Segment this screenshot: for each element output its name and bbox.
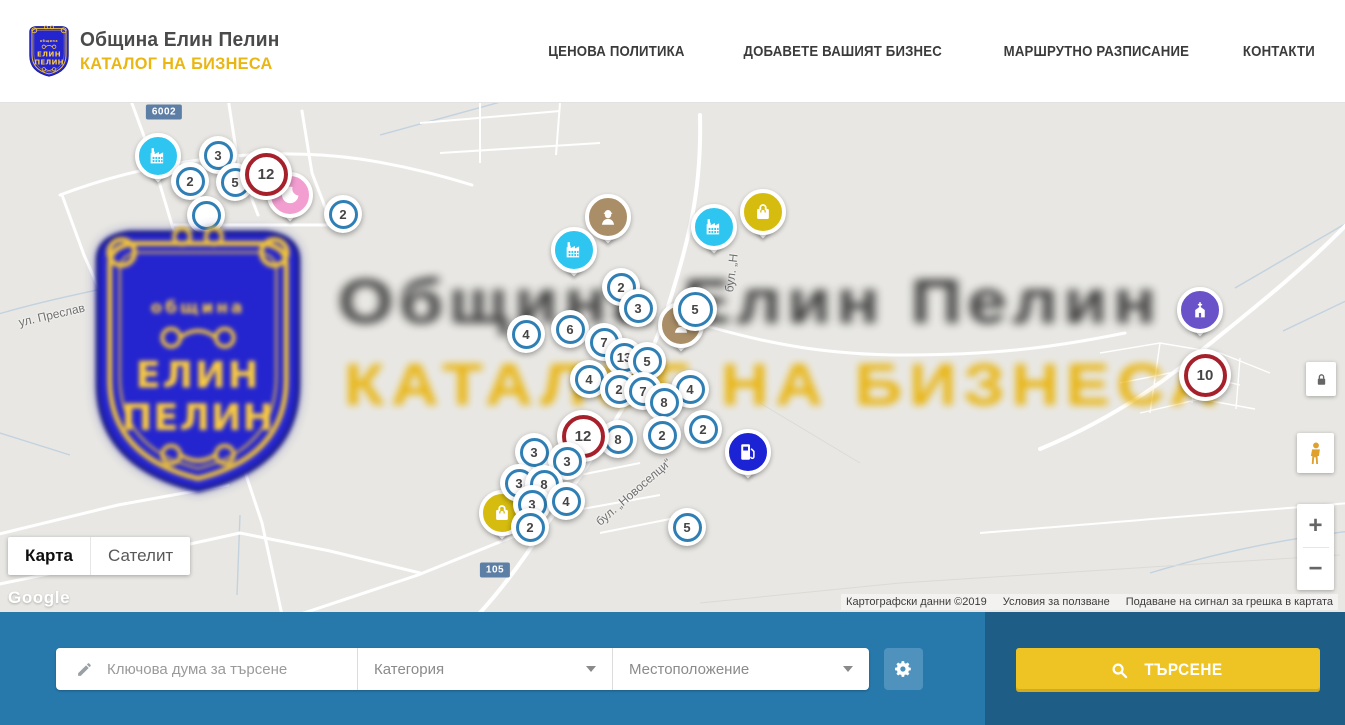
cluster-count: 2 (329, 200, 358, 229)
cluster-count: 3 (624, 294, 653, 323)
cluster-marker[interactable]: 6 (551, 310, 589, 348)
church-icon (1189, 299, 1211, 321)
advanced-search-settings-button[interactable] (884, 648, 923, 690)
pin-fuel-station-marker[interactable] (725, 429, 771, 489)
attribution-copyright: Картографски данни ©2019 (846, 596, 987, 608)
cluster-count: 6 (556, 315, 585, 344)
factory-icon (147, 145, 169, 167)
pin-circle (691, 204, 737, 250)
lock-button[interactable] (1306, 362, 1336, 396)
location-dropdown-label: Местоположение (629, 661, 749, 678)
search-submit-label: ТЪРСЕНЕ (1144, 660, 1222, 680)
road-number-badge: 6002 (146, 105, 182, 120)
bag-icon (752, 201, 774, 223)
pin-shopping-marker[interactable] (740, 189, 786, 249)
pin-church-marker[interactable] (1177, 287, 1223, 347)
nav-item-bus-schedule[interactable]: МАРШРУТНО РАЗПИСАНИЕ (1004, 43, 1189, 60)
cluster-count: 12 (245, 153, 288, 196)
pin-factory-marker[interactable] (551, 227, 597, 287)
app-header: Община Елин Пелин КАТАЛОГ НА БИЗНЕСА ЦЕН… (0, 0, 1345, 103)
lock-icon (1313, 371, 1330, 388)
brand-link[interactable]: Община Елин Пелин КАТАЛОГ НА БИЗНЕСА (27, 23, 288, 79)
pegman-icon (1303, 439, 1329, 467)
street-view-pegman-button[interactable] (1297, 433, 1334, 473)
cluster-count: 8 (650, 388, 679, 417)
search-submit-button[interactable]: ТЪРСЕНЕ (1016, 648, 1320, 692)
terms-of-use-link[interactable]: Условия за ползване (1003, 596, 1110, 608)
pin-circle (1177, 287, 1223, 333)
cluster-marker[interactable]: 5 (673, 287, 717, 331)
cluster-marker[interactable]: 2 (684, 410, 722, 448)
cluster-count: 5 (673, 513, 702, 542)
search-fields-group: Категория Местоположение (56, 648, 869, 690)
cluster-count (192, 201, 221, 230)
cluster-count: 2 (176, 167, 205, 196)
cluster-count: 2 (689, 415, 718, 444)
nav-item-add-business[interactable]: ДОБАВЕТЕ ВАШИЯТ БИЗНЕС (743, 43, 941, 60)
map-type-map-button[interactable]: Карта (8, 537, 90, 575)
municipality-crest-logo (27, 23, 71, 79)
chevron-down-icon (586, 666, 596, 672)
cluster-count: 2 (516, 513, 545, 542)
cluster-marker[interactable]: 3 (619, 289, 657, 327)
pin-circle (740, 189, 786, 235)
factory-icon (563, 239, 585, 261)
pencil-icon (76, 661, 93, 678)
cluster-marker[interactable]: 4 (547, 482, 585, 520)
site-subtitle: КАТАЛОГ НА БИЗНЕСА (80, 54, 279, 74)
nav-item-contacts[interactable]: КОНТАКТИ (1243, 43, 1315, 60)
bag-icon (491, 502, 513, 524)
pin-circle (725, 429, 771, 475)
cluster-marker[interactable]: 5 (668, 508, 706, 546)
cluster-count: 2 (648, 421, 677, 450)
cluster-marker[interactable]: 10 (1179, 349, 1231, 401)
main-nav: ЦЕНОВА ПОЛИТИКА ДОБАВЕТЕ ВАШИЯТ БИЗНЕС М… (539, 0, 1320, 102)
fuel-icon (737, 441, 759, 463)
pin-factory-marker[interactable] (691, 204, 737, 264)
cluster-count: 10 (1184, 354, 1227, 397)
cluster-count: 4 (552, 487, 581, 516)
worker-icon (597, 206, 619, 228)
keyword-field-wrap (56, 648, 357, 690)
nav-item-pricing[interactable]: ЦЕНОВА ПОЛИТИКА (548, 43, 684, 60)
cluster-count: 4 (512, 320, 541, 349)
cluster-marker[interactable]: 4 (507, 315, 545, 353)
category-dropdown-label: Категория (374, 661, 444, 678)
cluster-marker[interactable]: 2 (511, 508, 549, 546)
zoom-in-button[interactable]: + (1297, 505, 1334, 547)
map-attribution: Картографски данни ©2019 Условия за полз… (841, 594, 1338, 610)
category-dropdown[interactable]: Категория (357, 648, 612, 690)
cluster-marker[interactable]: 2 (324, 195, 362, 233)
location-dropdown[interactable]: Местоположение (612, 648, 869, 690)
map-canvas[interactable]: ул. Преславбул. „Новоселци“бул. „Н 60021… (0, 103, 1345, 612)
cluster-count: 5 (678, 292, 713, 327)
cluster-marker[interactable]: 2 (643, 416, 681, 454)
google-logo[interactable]: Google (8, 588, 70, 608)
keyword-search-input[interactable] (105, 660, 357, 679)
cluster-marker[interactable]: 2 (171, 162, 209, 200)
cluster-marker[interactable]: 12 (240, 148, 292, 200)
cluster-marker[interactable] (187, 196, 225, 234)
site-title: Община Елин Пелин (80, 29, 279, 52)
search-bar: Категория Местоположение ТЪРСЕНЕ (0, 612, 1345, 725)
cluster-count: 5 (633, 347, 662, 376)
cluster-count: 3 (520, 438, 549, 467)
gear-icon (894, 659, 914, 679)
road-number-badge: 105 (480, 563, 510, 578)
chevron-down-icon (843, 666, 853, 672)
zoom-control: + − (1297, 504, 1334, 590)
map-type-satellite-button[interactable]: Сателит (90, 537, 190, 575)
pin-circle (551, 227, 597, 273)
report-map-error-link[interactable]: Подаване на сигнал за грешка в картата (1126, 596, 1333, 608)
factory-icon (703, 216, 725, 238)
zoom-out-button[interactable]: − (1297, 548, 1334, 590)
map-type-control: Карта Сателит (8, 537, 190, 575)
search-icon (1110, 661, 1129, 680)
